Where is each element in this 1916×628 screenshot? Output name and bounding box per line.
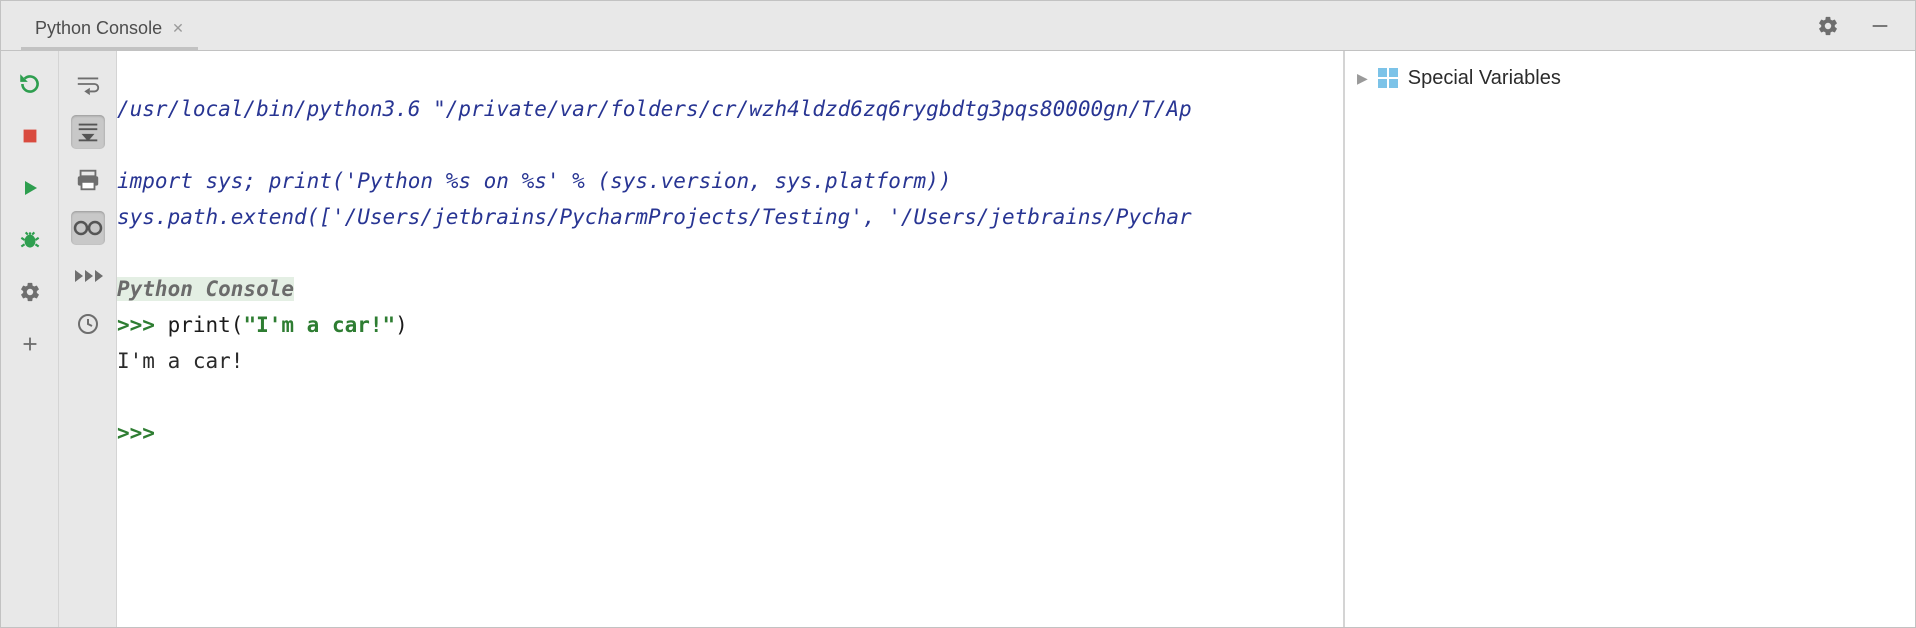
console-toolbar bbox=[59, 51, 117, 627]
syspath-line: sys.path.extend(['/Users/jetbrains/Pycha… bbox=[117, 205, 1192, 229]
soft-wrap-button[interactable] bbox=[71, 67, 105, 101]
special-variables-node[interactable]: ▶ Special Variables bbox=[1357, 61, 1903, 95]
chevron-right-icon: ▶ bbox=[1357, 70, 1368, 87]
gear-icon[interactable] bbox=[1811, 9, 1845, 43]
code-call: print( bbox=[168, 313, 244, 337]
console-output[interactable]: /usr/local/bin/python3.6 "/private/var/f… bbox=[117, 51, 1345, 627]
execute-selection-button[interactable] bbox=[71, 259, 105, 293]
console-tab-bar: Python Console ✕ bbox=[1, 1, 1915, 51]
close-icon[interactable]: ✕ bbox=[172, 20, 184, 37]
console-content-row: /usr/local/bin/python3.6 "/private/var/f… bbox=[117, 51, 1915, 627]
stop-button[interactable] bbox=[13, 119, 47, 153]
code-string: "I'm a car!" bbox=[243, 313, 395, 337]
variables-icon bbox=[1378, 68, 1398, 88]
add-button[interactable] bbox=[13, 327, 47, 361]
minimize-icon[interactable] bbox=[1863, 9, 1897, 43]
python-console-panel: Python Console ✕ bbox=[0, 0, 1916, 628]
scroll-to-end-button[interactable] bbox=[71, 115, 105, 149]
code-call-close: ) bbox=[395, 313, 408, 337]
history-button[interactable] bbox=[71, 307, 105, 341]
variables-panel: ▶ Special Variables bbox=[1345, 51, 1915, 627]
panel-header-controls bbox=[1811, 1, 1907, 50]
print-button[interactable] bbox=[71, 163, 105, 197]
tab-label: Python Console bbox=[35, 18, 162, 39]
import-line: import sys; print('Python %s on %s' % (s… bbox=[117, 169, 951, 193]
run-button[interactable] bbox=[13, 171, 47, 205]
special-variables-label: Special Variables bbox=[1408, 67, 1561, 90]
prompt: >>> bbox=[117, 313, 168, 337]
stdout-line: I'm a car! bbox=[117, 349, 243, 373]
settings-button[interactable] bbox=[13, 275, 47, 309]
tab-python-console[interactable]: Python Console ✕ bbox=[21, 10, 198, 50]
show-vars-button[interactable] bbox=[71, 211, 105, 245]
interpreter-line: /usr/local/bin/python3.6 "/private/var/f… bbox=[117, 97, 1192, 121]
console-banner: Python Console bbox=[117, 277, 294, 301]
prompt[interactable]: >>> bbox=[117, 421, 168, 445]
rerun-button[interactable] bbox=[13, 67, 47, 101]
left-toolbar bbox=[1, 51, 59, 627]
debug-button[interactable] bbox=[13, 223, 47, 257]
